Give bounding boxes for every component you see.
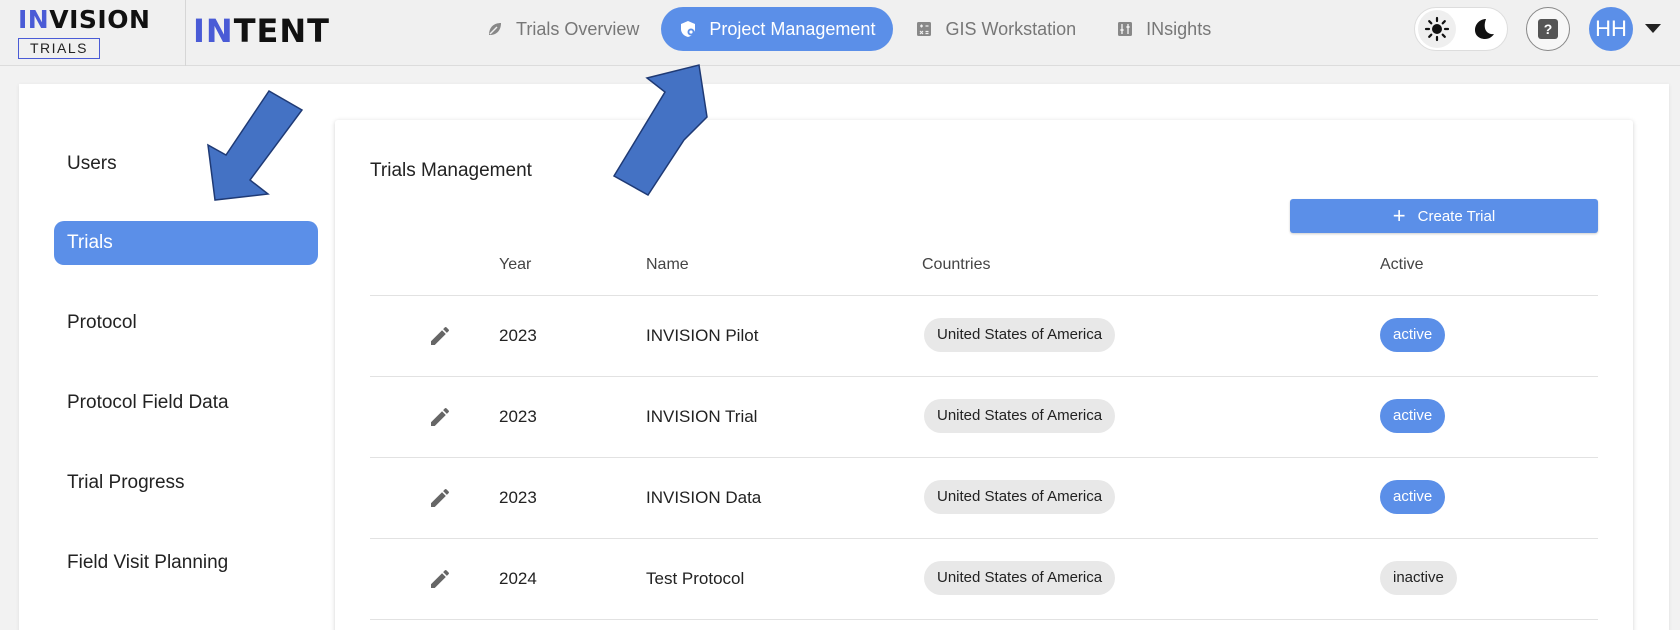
sidebar-item-protocol[interactable]: Protocol bbox=[54, 301, 318, 345]
column-header-name[interactable]: Name bbox=[646, 256, 689, 274]
nav-trials-overview[interactable]: Trials Overview bbox=[468, 7, 657, 51]
page-title: Trials Management bbox=[370, 160, 532, 181]
brand-name: INVISION bbox=[18, 5, 151, 34]
column-header-countries[interactable]: Countries bbox=[922, 256, 990, 274]
top-bar: INVISION TRIALS INTENT Trials Overview P… bbox=[0, 0, 1680, 66]
light-mode-button[interactable] bbox=[1418, 10, 1456, 48]
sidebar-item-field-visit-planning[interactable]: Field Visit Planning bbox=[54, 541, 318, 585]
nav-project-management[interactable]: Project Management bbox=[661, 7, 894, 51]
trials-management-card: Trials Management + Create Trial Year Na… bbox=[335, 120, 1633, 630]
cell-name: Test Protocol bbox=[646, 569, 745, 588]
status-badge: active bbox=[1380, 318, 1446, 352]
country-chip: United States of America bbox=[924, 399, 1116, 433]
sidebar-item-protocol-field-data[interactable]: Protocol Field Data bbox=[54, 381, 318, 425]
leaf-icon bbox=[486, 20, 504, 38]
table-row: 2023 INVISION Trial United States of Ame… bbox=[370, 376, 1598, 457]
cell-year: 2023 bbox=[499, 326, 537, 345]
create-trial-button[interactable]: + Create Trial bbox=[1290, 199, 1598, 233]
nav-label: INsights bbox=[1146, 18, 1212, 39]
caret-down-icon[interactable] bbox=[1645, 24, 1661, 33]
main-nav: Trials Overview Project Management GIS W… bbox=[468, 7, 1233, 51]
help-icon: ? bbox=[1538, 19, 1558, 39]
nav-insights[interactable]: INsights bbox=[1098, 7, 1229, 51]
cell-name: INVISION Pilot bbox=[646, 326, 759, 345]
cell-name: INVISION Trial bbox=[646, 407, 758, 426]
sliders-icon bbox=[1116, 20, 1134, 38]
nav-label: Project Management bbox=[709, 18, 876, 39]
cell-name: INVISION Data bbox=[646, 488, 762, 507]
product-name: INTENT bbox=[193, 12, 330, 50]
nav-label: GIS Workstation bbox=[945, 18, 1077, 39]
table-row: 2023 INVISION Data United States of Amer… bbox=[370, 457, 1598, 538]
sidebar-item-trial-progress[interactable]: Trial Progress bbox=[54, 461, 318, 505]
sun-icon bbox=[1424, 16, 1450, 42]
table-row-divider bbox=[370, 619, 1598, 621]
country-chip: United States of America bbox=[924, 318, 1116, 352]
calculator-icon bbox=[915, 20, 933, 38]
status-badge: inactive bbox=[1380, 561, 1457, 595]
plus-icon: + bbox=[1392, 203, 1406, 228]
moon-icon bbox=[1475, 19, 1494, 39]
country-chip: United States of America bbox=[924, 480, 1116, 514]
brand-logo[interactable]: INVISION TRIALS bbox=[0, 0, 186, 66]
column-header-year[interactable]: Year bbox=[499, 256, 531, 274]
status-badge: active bbox=[1380, 480, 1446, 514]
sidebar-item-users[interactable]: Users bbox=[54, 142, 318, 186]
brand-subtitle: TRIALS bbox=[18, 38, 100, 59]
cell-year: 2024 bbox=[499, 569, 537, 588]
pencil-icon[interactable] bbox=[428, 405, 452, 429]
pencil-icon[interactable] bbox=[428, 486, 452, 510]
theme-toggle bbox=[1414, 7, 1508, 51]
help-button[interactable]: ? bbox=[1526, 7, 1570, 51]
create-trial-label: Create Trial bbox=[1417, 207, 1496, 225]
avatar[interactable]: HH bbox=[1589, 7, 1633, 51]
table-row: 2023 INVISION Pilot United States of Ame… bbox=[370, 295, 1598, 376]
pencil-icon[interactable] bbox=[428, 567, 452, 591]
status-badge: active bbox=[1380, 399, 1446, 433]
shield-gear-icon bbox=[679, 20, 697, 38]
sidebar-item-trials[interactable]: Trials bbox=[54, 221, 318, 265]
table-row: 2024 Test Protocol United States of Amer… bbox=[370, 538, 1598, 619]
cell-year: 2023 bbox=[499, 488, 537, 507]
pencil-icon[interactable] bbox=[428, 324, 452, 348]
cell-year: 2023 bbox=[499, 407, 537, 426]
country-chip: United States of America bbox=[924, 561, 1116, 595]
nav-gis-workstation[interactable]: GIS Workstation bbox=[897, 7, 1094, 51]
dark-mode-button[interactable] bbox=[1465, 10, 1503, 48]
nav-label: Trials Overview bbox=[516, 18, 640, 39]
column-header-active[interactable]: Active bbox=[1380, 256, 1424, 274]
